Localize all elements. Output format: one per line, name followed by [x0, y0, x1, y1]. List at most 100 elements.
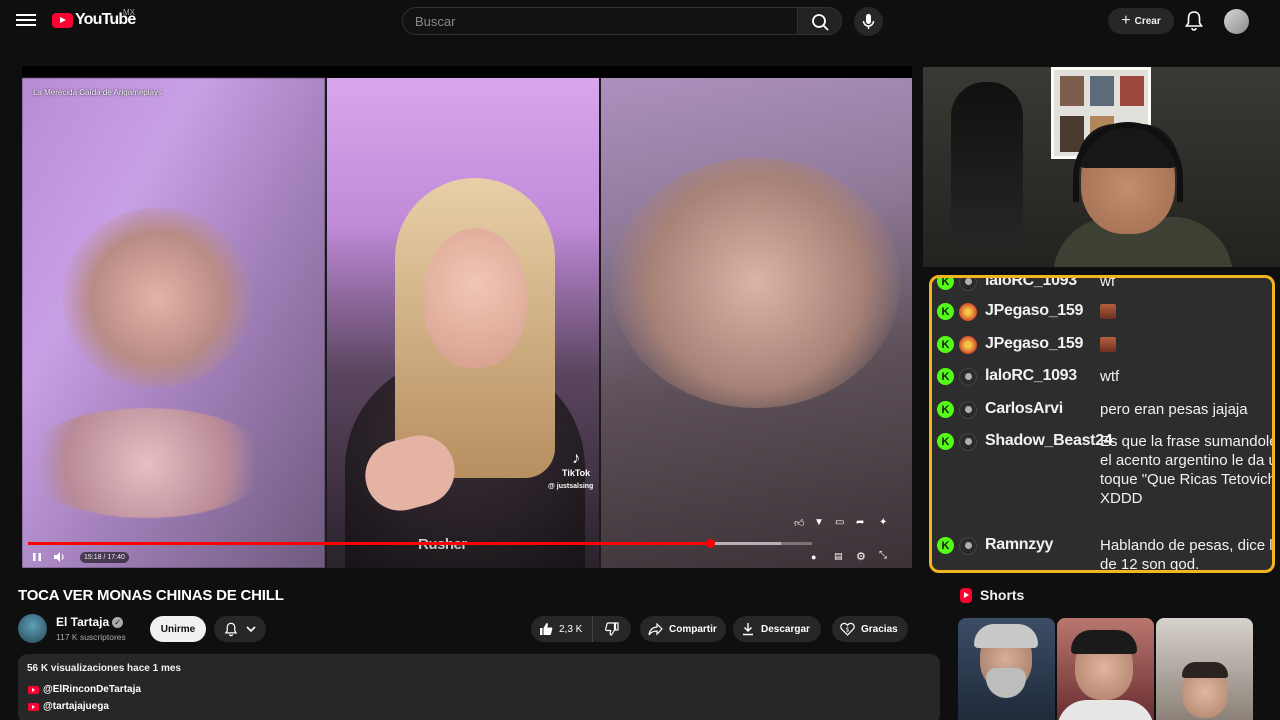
chat-message: K Shadow_Beast24 Es que la frase sumando… [937, 432, 1272, 508]
channel-name[interactable]: El Tartaja [56, 615, 109, 629]
channel-avatar[interactable] [18, 614, 47, 643]
like-count: 2,3 K [559, 623, 583, 635]
video-frame-center [325, 78, 601, 568]
subtitles-button[interactable]: ▤ [834, 551, 843, 562]
like-button[interactable]: 2,3 K [531, 616, 593, 642]
search-input[interactable] [403, 8, 797, 34]
chat-username: CarlosArvi [985, 400, 1063, 417]
pause-icon [33, 553, 41, 561]
progress-bar[interactable] [28, 539, 812, 548]
link-text[interactable]: @ElRinconDeTartaja [43, 684, 141, 695]
gaming-chair [951, 82, 1023, 247]
like-dislike-group: 2,3 K [531, 616, 631, 642]
download-icon [743, 623, 753, 636]
bell-icon [1185, 11, 1203, 31]
search-button[interactable] [797, 7, 842, 35]
chat-username: JPegaso_159 [985, 302, 1084, 319]
video-player[interactable]: La Merecida Caída de Arigameplays ♪ TikT… [22, 66, 912, 568]
scrubber-handle[interactable] [706, 539, 716, 548]
chat-text: pero eran pesas jajaja [1100, 401, 1248, 418]
video-overlay-title: La Merecida Caída de Arigameplays [33, 88, 162, 97]
dislike-button[interactable] [593, 616, 631, 642]
description-link[interactable]: @tartajajuega [28, 701, 109, 712]
chat-text: Hablando de pesas, dice las de 12 son go… [1100, 537, 1275, 573]
subscription-bell-button[interactable] [214, 616, 266, 642]
video-title: TOCA VER MONAS CHINAS DE CHILL [18, 587, 284, 604]
short-thumbnail[interactable] [1156, 618, 1253, 720]
video-frame-left [22, 78, 325, 568]
dislike-overlay-icon[interactable]: ▼ [814, 517, 824, 528]
description-link[interactable]: @ElRinconDeTartaja [28, 684, 141, 695]
pause-button[interactable] [30, 550, 44, 564]
youtube-play-icon [52, 12, 73, 28]
fullscreen-exit-icon[interactable]: ⤡ [879, 550, 887, 561]
bell-icon [224, 622, 238, 636]
account-avatar[interactable] [1224, 9, 1249, 34]
kick-badge-icon: K [937, 303, 954, 320]
chat-message: K laloRC_1093 wf [937, 275, 1272, 291]
frame-divider [325, 78, 327, 568]
comment-overlay-icon[interactable]: ▭ [835, 517, 844, 528]
channel-name-row[interactable]: El Tartaja ✓ [56, 615, 124, 629]
kick-badge-icon: K [937, 401, 954, 418]
svg-text:$: $ [846, 627, 850, 634]
like-overlay-icon[interactable]: 👍︎ [794, 517, 804, 529]
description-box[interactable]: 56 K visualizaciones hace 1 mes @ElRinco… [18, 654, 940, 720]
shorts-icon [960, 587, 972, 603]
shorts-header: Shorts [960, 587, 1024, 603]
link-text[interactable]: @tartajajuega [43, 701, 109, 712]
user-avatar-icon [959, 433, 977, 451]
chat-message: K CarlosArvi pero eran pesas jajaja [937, 400, 1272, 419]
thumbs-down-icon [605, 622, 619, 636]
chat-text: wtf [1100, 368, 1120, 385]
search-icon [812, 14, 829, 31]
kick-badge-icon: K [937, 336, 954, 353]
share-overlay-icon[interactable]: ➦ [856, 517, 864, 528]
settings-icon[interactable]: ⚙ [856, 550, 866, 563]
chat-text: wf [1100, 275, 1115, 290]
chat-username: laloRC_1093 [985, 275, 1077, 289]
chat-message: K Ramnzyy Hablando de pesas, dice las de… [937, 536, 1275, 573]
chevron-down-icon [246, 626, 256, 633]
kick-badge-icon: K [937, 433, 954, 450]
create-button[interactable]: + Crear [1108, 8, 1174, 34]
short-thumbnail[interactable] [958, 618, 1055, 720]
notifications-button[interactable] [1184, 10, 1204, 32]
user-avatar-icon [959, 537, 977, 555]
volume-button[interactable] [52, 550, 66, 564]
voice-search-button[interactable] [854, 7, 883, 36]
plus-icon: + [1121, 12, 1131, 29]
share-button[interactable]: Compartir [640, 616, 726, 642]
chat-message: K JPegaso_159 [937, 302, 1116, 321]
tiktok-label: TikTok [562, 468, 591, 479]
microphone-icon [862, 14, 875, 29]
time-display: 15:18 / 17:40 [80, 552, 129, 563]
chat-message: K laloRC_1093 wtf [937, 367, 1272, 386]
thanks-button[interactable]: $ Gracias [832, 616, 908, 642]
join-button[interactable]: Unirme [150, 616, 206, 642]
kick-badge-icon: K [937, 537, 954, 554]
user-avatar-icon [959, 368, 977, 386]
chat-username: laloRC_1093 [985, 367, 1077, 384]
thumbs-up-icon [540, 623, 553, 635]
share-label: Compartir [669, 623, 717, 635]
youtube-icon [28, 685, 39, 694]
tiktok-icon: ♪ [572, 450, 581, 467]
user-avatar-icon [959, 401, 977, 419]
emote-icon [1100, 304, 1116, 319]
download-button[interactable]: Descargar [733, 616, 821, 642]
menu-icon[interactable] [16, 11, 36, 31]
short-thumbnail[interactable] [1057, 618, 1154, 720]
chat-username: Ramnzyy [985, 536, 1054, 553]
create-label: Crear [1134, 15, 1161, 27]
user-avatar-icon [959, 336, 977, 354]
heart-dollar-icon: $ [840, 622, 855, 636]
volume-icon [54, 552, 64, 562]
autoplay-toggle[interactable]: ● [811, 552, 816, 562]
subscriber-count: 117 K suscriptores [56, 632, 126, 642]
sparkle-overlay-icon[interactable]: ✦ [879, 517, 887, 528]
kick-badge-icon: K [937, 368, 954, 385]
figure-face [423, 228, 527, 368]
chat-message: K JPegaso_159 [937, 335, 1116, 354]
download-label: Descargar [761, 623, 810, 635]
